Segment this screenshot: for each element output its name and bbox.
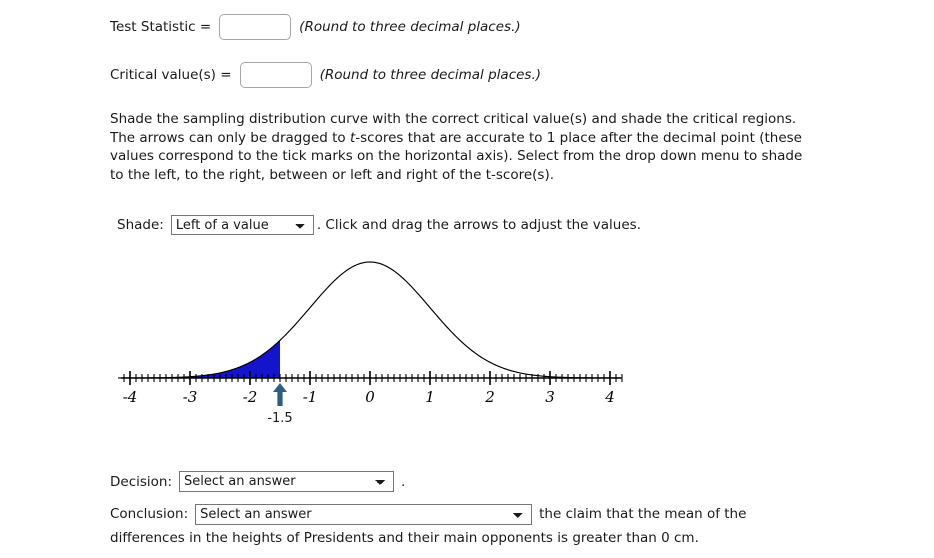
test-statistic-input[interactable] — [219, 14, 292, 40]
axis-tick-label: 1 — [425, 388, 435, 406]
conclusion-line-1: Conclusion: Select an answerThere is suf… — [110, 504, 810, 525]
decision-row: Decision: Select an answerReject the nul… — [110, 471, 405, 492]
shade-select[interactable]: Left of a valueRight of a valueBetween t… — [170, 215, 314, 235]
critical-value-row: Critical value(s) = (Round to three deci… — [110, 62, 541, 88]
axis-tick-label: 0 — [365, 388, 375, 406]
conclusion-select[interactable]: Select an answerThere is sufficient evid… — [195, 504, 533, 525]
test-statistic-label: Test Statistic = — [110, 19, 212, 35]
arrow-icon[interactable] — [273, 383, 287, 406]
shade-control-row: Shade: Left of a valueRight of a valueBe… — [117, 215, 641, 235]
arrow-value-label: -1.5 — [267, 411, 292, 426]
sampling-distribution-chart[interactable]: -4 -3 -2 -1 0 1 2 3 4 -1.5 — [0, 245, 934, 445]
chart-svg: -4 -3 -2 -1 0 1 2 3 4 -1.5 — [118, 261, 623, 426]
normal-curve — [118, 261, 622, 379]
axis-tick-label: 4 — [604, 388, 615, 406]
conclusion-block: Conclusion: Select an answerThere is suf… — [110, 504, 810, 549]
test-statistic-hint: (Round to three decimal places.) — [299, 19, 521, 35]
axis-tick-label: 2 — [484, 388, 495, 406]
axis-tick-label: 3 — [545, 388, 555, 406]
critical-value-input[interactable] — [239, 62, 312, 88]
decision-period: . — [401, 473, 406, 490]
conclusion-text-after: the claim that the mean of the — [539, 506, 747, 522]
decision-select[interactable]: Select an answerReject the null hypothes… — [179, 471, 395, 492]
decision-label: Decision: — [110, 473, 173, 490]
test-statistic-row: Test Statistic = (Round to three decimal… — [110, 14, 521, 40]
axis-tick-label: -2 — [243, 388, 258, 406]
critical-value-label: Critical value(s) = — [110, 67, 232, 83]
axis-tick-label: -3 — [183, 388, 198, 406]
axis-tick-label: -1 — [303, 388, 318, 406]
conclusion-line-2: differences in the heights of Presidents… — [110, 530, 699, 546]
shade-label: Shade: — [117, 217, 164, 233]
axis-tick-label: -4 — [123, 388, 138, 406]
critical-value-hint: (Round to three decimal places.) — [319, 67, 542, 83]
shade-suffix-text: . Click and drag the arrows to adjust th… — [316, 217, 641, 233]
critical-value-arrow-handle[interactable] — [273, 383, 287, 406]
axis-tick-labels: -4 -3 -2 -1 0 1 2 3 4 — [123, 388, 615, 406]
conclusion-label: Conclusion: — [110, 506, 189, 522]
instructions-paragraph: Shade the sampling distribution curve wi… — [110, 110, 810, 184]
